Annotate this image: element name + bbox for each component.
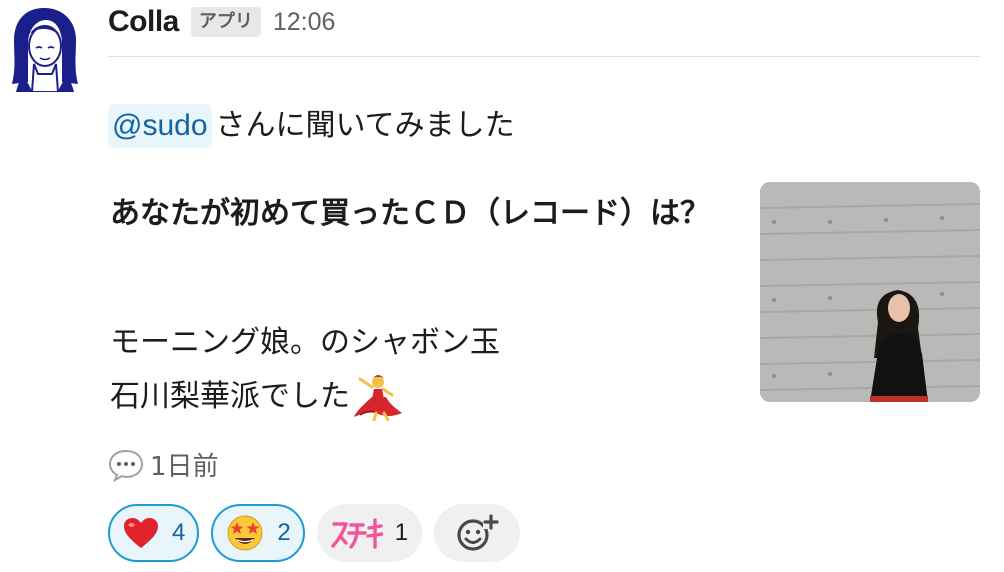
chat-message: Colla アプリ 12:06 @sudo さんに聞いてみました あなたが初めて… [0, 0, 1004, 572]
question-text: あなたが初めて買ったＣＤ（レコード）は？ [110, 196, 710, 231]
speech-bubble-icon [108, 449, 144, 482]
attached-photo[interactable] [760, 182, 980, 402]
heart-icon [124, 518, 158, 548]
reaction-star-struck[interactable]: 2 [211, 504, 305, 562]
answer-line: モーニング娘。のシャボン玉 [110, 325, 500, 360]
sender-name[interactable]: Colla [108, 5, 179, 39]
reaction-count: 2 [277, 519, 291, 546]
user-mention[interactable]: @sudo [108, 104, 212, 148]
avatar[interactable] [6, 4, 82, 92]
thread-reply-link[interactable]: 1日前 [108, 446, 219, 483]
answer-text: モーニング娘。のシャボン玉 石川梨華派でした [110, 316, 500, 424]
reaction-heart[interactable]: 4 [108, 504, 200, 562]
app-badge: アプリ [190, 7, 261, 37]
dancer-emoji-icon [354, 375, 402, 421]
reaction-count: 4 [172, 519, 186, 546]
photo-image [760, 182, 980, 402]
avatar-illustration [12, 8, 78, 92]
answer-line-text: 石川梨華派でした [110, 379, 350, 414]
reaction-suteki[interactable]: 1 [316, 504, 423, 562]
thread-time-text: 1日前 [150, 452, 219, 482]
message-header: Colla アプリ 12:06 [108, 2, 335, 42]
intro-line: @sudo さんに聞いてみました [108, 104, 515, 148]
timestamp[interactable]: 12:06 [273, 8, 336, 37]
reactions-bar: 4 2 1 [108, 504, 521, 562]
reaction-count: 1 [394, 519, 409, 546]
answer-line: 石川梨華派でした [110, 370, 500, 424]
add-reaction-button[interactable] [434, 504, 521, 562]
add-emoji-icon [457, 514, 500, 551]
suteki-sticker-icon [331, 518, 383, 549]
intro-text: さんに聞いてみました [215, 108, 515, 143]
star-struck-icon [227, 515, 263, 551]
header-divider [108, 56, 980, 57]
